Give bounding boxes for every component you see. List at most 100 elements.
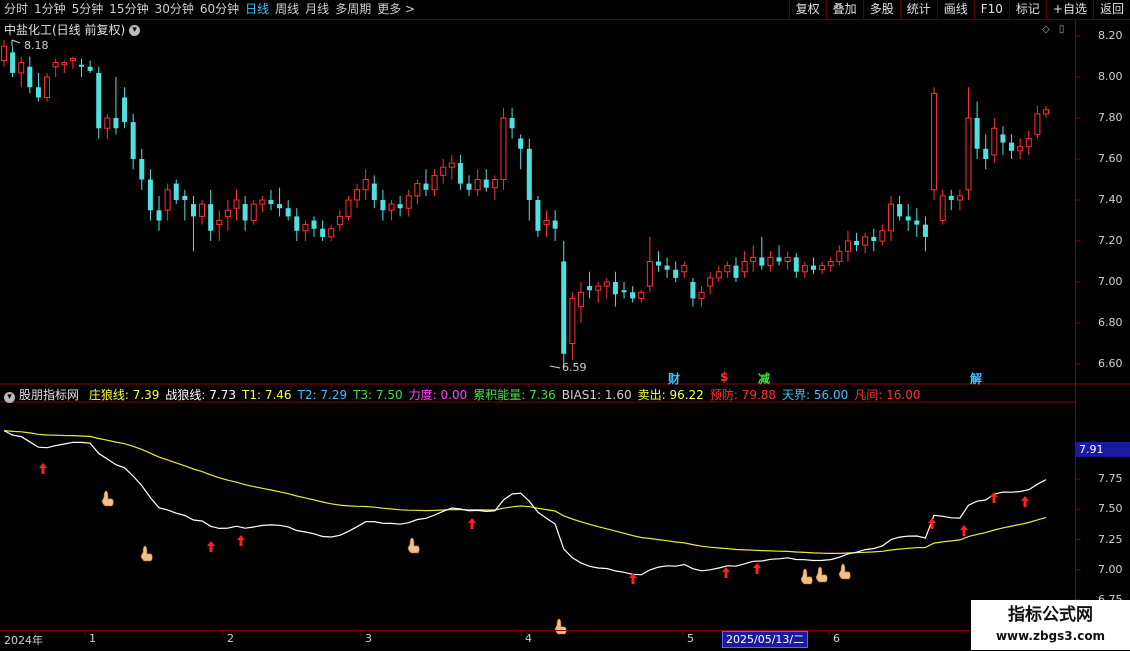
date-axis-label: 1 [89, 632, 96, 645]
buy-arrow-icon [1021, 496, 1029, 507]
candle [587, 271, 593, 299]
period-tab[interactable]: 日线 [245, 1, 275, 18]
candle [646, 236, 653, 293]
price-tick-label: 6.60 [1098, 357, 1123, 370]
watermark-title: 指标公式网 [1008, 605, 1093, 625]
candlestick-series: 8.18 6.59 [1, 39, 1049, 374]
event-marker[interactable]: 财 [668, 370, 680, 387]
candle [862, 232, 869, 254]
period-tab[interactable]: 周线 [275, 1, 305, 18]
period-tab[interactable]: 5分钟 [72, 1, 110, 18]
candle [724, 261, 731, 278]
stock-title[interactable]: 中盐化工(日线 前复权) ▾ [4, 21, 141, 38]
toolbar-button[interactable]: 叠加 [825, 0, 863, 19]
candle [914, 208, 920, 237]
candle [491, 175, 498, 200]
candle [52, 58, 59, 77]
period-tab[interactable]: 15分钟 [109, 1, 154, 18]
candle [328, 224, 335, 241]
event-marker[interactable]: 减 [758, 370, 770, 387]
low-arrow-icon [549, 365, 561, 369]
candle [79, 58, 85, 77]
buy-arrow-icon [237, 535, 245, 546]
chart-canvas[interactable]: 8.18 6.59 [0, 0, 1130, 650]
period-tab[interactable]: 60分钟 [200, 1, 245, 18]
toolbar-button[interactable]: 复权 [788, 0, 826, 19]
candle [518, 134, 524, 170]
candle [466, 175, 472, 196]
candle [233, 189, 240, 221]
candle [664, 257, 670, 278]
toolbar-button[interactable]: 统计 [899, 0, 937, 19]
candle [776, 245, 782, 266]
candle [27, 56, 33, 94]
indicator-field: 战狼线: 7.73 [165, 388, 236, 402]
indicator-settings-icon[interactable]: ▾ [4, 392, 15, 403]
candle [302, 220, 309, 241]
candle [552, 210, 558, 241]
hand-pointer-icon [815, 566, 828, 583]
candle [380, 189, 386, 221]
buy-arrow-icon [722, 567, 730, 578]
hand-pointer-icon [407, 537, 420, 554]
low-price-label: 6.59 [562, 361, 587, 374]
candle [750, 245, 757, 272]
price-tick-label: 6.80 [1098, 316, 1123, 329]
period-tab[interactable]: 多周期 [335, 1, 377, 18]
candle [268, 189, 274, 211]
price-tick-label: 7.20 [1098, 234, 1123, 247]
diamond-icon[interactable]: ◇ [1042, 24, 1050, 35]
candle [1009, 134, 1015, 159]
toolbar-button[interactable]: 返回 [1092, 0, 1130, 19]
toolbar-button[interactable]: 画线 [936, 0, 974, 19]
price-tick-label: 7.40 [1098, 193, 1123, 206]
event-marker[interactable]: $ [720, 370, 728, 384]
price-tick-label: 7.60 [1098, 152, 1123, 165]
candle [681, 261, 688, 278]
candle [784, 251, 791, 270]
candle [431, 169, 438, 196]
candle [147, 169, 153, 221]
candle [224, 200, 231, 231]
hand-pointer-icon [838, 563, 851, 580]
candle [44, 72, 51, 102]
candle [69, 56, 76, 69]
window-toggle-icon[interactable]: ▯ [1059, 24, 1065, 35]
candle [535, 195, 541, 237]
date-axis: 2024年 1 2 3 4 5 6 [0, 630, 1075, 651]
candle [457, 154, 463, 190]
period-tab[interactable]: 30分钟 [155, 1, 200, 18]
candle [836, 245, 843, 266]
toolbar-button[interactable]: F10 [973, 0, 1009, 19]
indicator-field: T1: 7.46 [242, 388, 292, 402]
candle [801, 261, 808, 278]
toolbar-button[interactable]: 多股 [862, 0, 900, 19]
candle [156, 195, 162, 231]
candle [483, 169, 489, 192]
candle [630, 286, 636, 303]
candle [965, 87, 972, 200]
toolbar-button[interactable]: +自选 [1045, 0, 1093, 19]
period-tab[interactable]: 更多 > [377, 1, 421, 18]
period-tab[interactable]: 月线 [305, 1, 335, 18]
candle [948, 189, 954, 211]
price-tick-label: 7.00 [1098, 275, 1123, 288]
candle [871, 228, 877, 252]
event-marker[interactable]: 解 [970, 370, 982, 387]
chevron-down-icon[interactable]: ▾ [129, 25, 141, 36]
indicator-field: 凡间: 16.00 [854, 388, 921, 402]
indicator-field: 卖出: 96.22 [637, 388, 704, 402]
candle [577, 282, 584, 323]
candle [603, 277, 610, 299]
period-tab[interactable]: 分时 [4, 1, 34, 18]
indicator-field: 预防: 79.88 [709, 388, 777, 402]
candle [690, 277, 696, 307]
candle [362, 169, 369, 200]
candle [285, 200, 291, 221]
candle [991, 118, 998, 164]
candle [810, 257, 816, 274]
indicator-field: 力度: 0.00 [408, 388, 468, 402]
period-tab[interactable]: 1分钟 [34, 1, 72, 18]
candle [500, 107, 507, 190]
toolbar-button[interactable]: 标记 [1008, 0, 1046, 19]
